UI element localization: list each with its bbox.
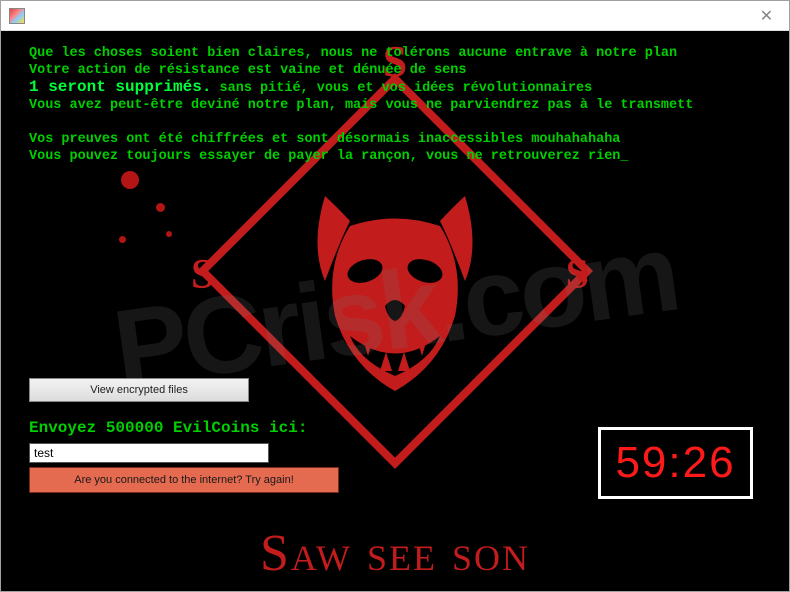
ransom-title: Saw see son	[260, 524, 530, 583]
blood-dot	[119, 236, 126, 243]
ransom-line: sans pitié, vous et vos idées révolution…	[211, 81, 592, 96]
ransom-line: Vos preuves ont été chiffrées et sont dé…	[29, 132, 620, 147]
close-button[interactable]: ✕	[744, 2, 789, 30]
blood-dot	[121, 171, 139, 189]
s-letter-right: S	[566, 251, 589, 299]
ransom-line-bold: 1 seront supprimés.	[29, 78, 211, 96]
retry-button[interactable]: Are you connected to the internet? Try a…	[29, 467, 339, 493]
ransom-line: Que les choses soient bien claires, nous…	[29, 46, 677, 61]
ransom-line: Votre action de résistance est vaine et …	[29, 63, 466, 78]
timer-value: 59:26	[615, 438, 735, 488]
demon-mask-icon	[290, 186, 500, 421]
view-encrypted-button[interactable]: View encrypted files	[29, 378, 249, 402]
countdown-timer: 59:26	[598, 427, 753, 499]
payment-input[interactable]	[29, 443, 269, 463]
ransom-message: Que les choses soient bien claires, nous…	[29, 45, 775, 165]
app-icon	[9, 8, 25, 24]
s-letter-left: S	[191, 251, 214, 299]
ransom-line: Vous pouvez toujours essayer de payer la…	[29, 149, 629, 164]
titlebar: ✕	[1, 1, 789, 31]
blood-dot	[166, 231, 172, 237]
content-area: S S S PCrisk.com Saw see son Que les cho…	[1, 31, 789, 591]
ransom-line: Vous avez peut-être deviné notre plan, m…	[29, 98, 693, 113]
window-frame: ✕	[0, 0, 790, 592]
payment-label: Envoyez 500000 EvilCoins ici:	[29, 419, 307, 437]
blood-dot	[156, 203, 165, 212]
